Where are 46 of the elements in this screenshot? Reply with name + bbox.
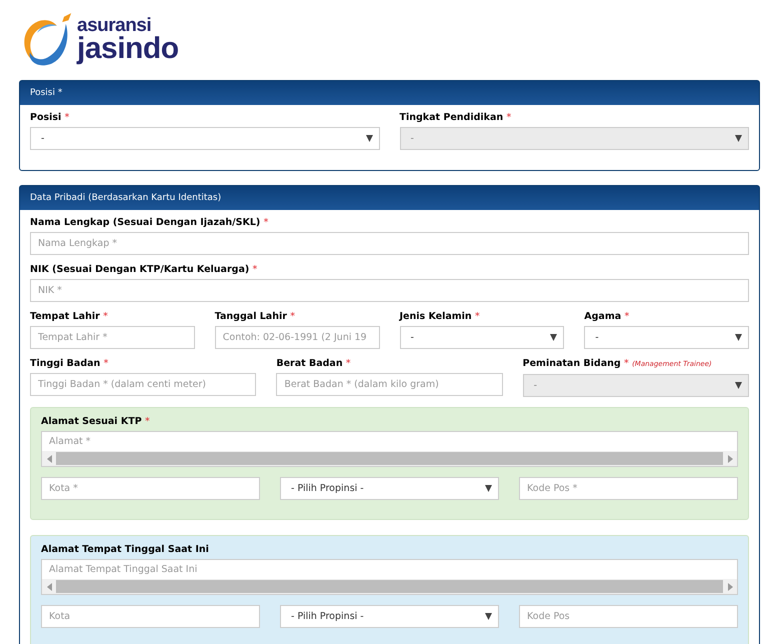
field-label: Tinggi Badan *	[30, 357, 110, 370]
field-label: Agama *	[584, 310, 630, 323]
input-field[interactable]: Kota	[41, 605, 260, 628]
input-field[interactable]: NIK *	[30, 279, 749, 302]
input-field[interactable]: Contoh: 02-06-1991 (2 Juni 19	[214, 326, 380, 349]
select-field[interactable]: - Pilih Propinsi -	[280, 605, 499, 628]
field-label: Posisi *	[30, 111, 70, 124]
select-field[interactable]: -	[584, 326, 749, 349]
logo-text: jasindo	[77, 35, 179, 63]
field-label: Nama Lengkap (Sesuai Dengan Ijazah/SKL) *	[30, 216, 270, 229]
caret-icon	[485, 485, 492, 492]
input-field[interactable]: Kode Pos *	[519, 477, 738, 500]
field-label: Tanggal Lahir *	[214, 310, 296, 323]
field-label: Alamat Sesuai KTP *	[41, 415, 151, 428]
panel-title: Posisi *	[20, 81, 759, 105]
input-field[interactable]: Kode Pos	[519, 605, 738, 628]
select-field: -	[522, 374, 749, 397]
field-label: Jenis Kelamin *	[400, 310, 481, 323]
scroll-right-icon[interactable]	[728, 582, 732, 590]
caret-icon	[485, 613, 492, 620]
horizontal-scrollbar[interactable]	[42, 451, 737, 466]
horizontal-scrollbar[interactable]	[42, 579, 737, 594]
logo-text: asuransi	[77, 17, 152, 35]
field-label: Berat Badan *	[276, 357, 352, 370]
caret-icon	[550, 334, 558, 341]
select-field[interactable]: -	[30, 127, 380, 150]
field-label: Alamat Tempat Tinggal Saat Ini	[41, 543, 210, 556]
select-field[interactable]: -	[400, 326, 564, 349]
select-field[interactable]: - Pilih Propinsi -	[280, 477, 499, 500]
input-field[interactable]: Tinggi Badan * (dalam centi meter)	[30, 373, 256, 396]
input-field[interactable]: Berat Badan * (dalam kilo gram)	[276, 373, 503, 396]
scroll-left-icon[interactable]	[46, 582, 52, 590]
input-field[interactable]: Tempat Lahir *	[30, 326, 195, 349]
field-label: Tingkat Pendidikan *	[400, 111, 512, 124]
panel-title: Data Pribadi (Berdasarkan Kartu Identitas)	[20, 186, 759, 210]
scroll-right-icon[interactable]	[728, 454, 732, 462]
select-field: -	[400, 127, 749, 150]
caret-icon	[734, 382, 742, 389]
field-label: NIK (Sesuai Dengan KTP/Kartu Keluarga) *	[30, 263, 258, 276]
input-field[interactable]: Nama Lengkap *	[30, 232, 749, 255]
field-label: Tempat Lahir *	[30, 310, 109, 323]
caret-icon	[735, 334, 742, 341]
caret-icon	[366, 135, 372, 142]
scroll-left-icon[interactable]	[46, 454, 52, 462]
input-field[interactable]: Kota *	[41, 477, 260, 500]
caret-icon	[735, 135, 742, 142]
